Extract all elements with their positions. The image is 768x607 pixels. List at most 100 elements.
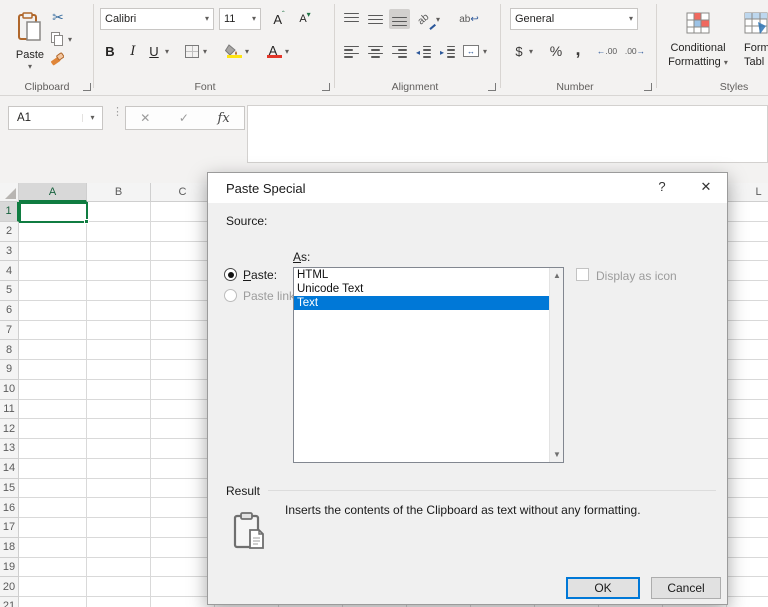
row-header-16[interactable]: 16	[0, 498, 19, 518]
formula-bar-grip[interactable]: ⋮	[112, 107, 123, 118]
wrap-text-button[interactable]: ab↩	[455, 9, 483, 29]
decrease-decimal-button[interactable]: .00→	[622, 40, 648, 62]
grid-cell[interactable]	[87, 439, 151, 459]
grid-cell[interactable]	[87, 597, 151, 607]
row-header-1[interactable]: 1	[0, 202, 19, 222]
grid-cell[interactable]	[19, 360, 87, 380]
grid-cell[interactable]	[19, 557, 87, 578]
column-header-L[interactable]: L	[727, 183, 768, 202]
row-header-8[interactable]: 8	[0, 340, 19, 360]
grid-cell[interactable]	[727, 537, 768, 558]
grid-cell[interactable]	[19, 498, 87, 518]
format-painter-button[interactable]	[47, 52, 67, 70]
listbox-scrollbar[interactable]: ▲ ▼	[549, 268, 563, 462]
percent-style-button[interactable]: %	[546, 40, 566, 62]
grid-cell[interactable]	[151, 221, 215, 242]
grid-cell[interactable]	[87, 320, 151, 341]
grid-cell[interactable]	[151, 379, 215, 400]
paste-radio[interactable]	[224, 268, 237, 281]
grid-cell[interactable]	[727, 360, 768, 380]
grid-cell[interactable]	[19, 281, 87, 301]
grid-cell[interactable]	[87, 379, 151, 400]
fill-color-dropdown-icon[interactable]: ▾	[245, 48, 249, 56]
grid-cell[interactable]	[151, 320, 215, 341]
grid-cell[interactable]	[727, 261, 768, 281]
column-header-C[interactable]: C	[151, 183, 215, 202]
grid-cell[interactable]	[87, 577, 151, 597]
grid-cell[interactable]	[87, 557, 151, 578]
grid-cell[interactable]	[87, 221, 151, 242]
grid-cell[interactable]	[727, 281, 768, 301]
row-header-3[interactable]: 3	[0, 241, 19, 262]
grid-cell[interactable]	[151, 577, 215, 597]
display-as-icon-checkbox[interactable]	[576, 268, 589, 281]
bold-button[interactable]: B	[100, 40, 120, 62]
select-all-corner[interactable]	[0, 183, 19, 202]
grid-cell[interactable]	[151, 241, 215, 262]
conditional-formatting-button[interactable]: Conditional Formatting ▾	[664, 5, 732, 77]
as-list-item[interactable]: Unicode Text	[294, 282, 563, 296]
scroll-up-icon[interactable]: ▲	[550, 271, 564, 280]
grid-cell[interactable]	[151, 202, 215, 222]
row-header-6[interactable]: 6	[0, 300, 19, 321]
row-header-20[interactable]: 20	[0, 577, 19, 597]
grid-cell[interactable]	[727, 577, 768, 597]
grid-cell[interactable]	[151, 537, 215, 558]
grid-cell[interactable]	[727, 458, 768, 479]
row-header-10[interactable]: 10	[0, 379, 19, 400]
row-header-15[interactable]: 15	[0, 478, 19, 499]
grid-cell[interactable]	[727, 518, 768, 538]
cut-button[interactable]: ✂	[48, 8, 68, 26]
increase-decimal-button[interactable]: ←.00	[594, 40, 620, 62]
grid-cell[interactable]	[19, 537, 87, 558]
row-header-9[interactable]: 9	[0, 360, 19, 380]
row-header-18[interactable]: 18	[0, 537, 19, 558]
align-left-button[interactable]	[341, 41, 362, 61]
grid-cell[interactable]	[727, 202, 768, 222]
merge-center-button[interactable]: ↔	[461, 41, 481, 61]
grid-cell[interactable]	[727, 498, 768, 518]
font-name-combo[interactable]: Calibri ▾	[100, 8, 214, 30]
alignment-dialog-launcher[interactable]	[488, 83, 496, 91]
grid-cell[interactable]	[151, 557, 215, 578]
decrease-indent-button[interactable]: ◂	[413, 41, 434, 61]
grid-cell[interactable]	[727, 597, 768, 607]
dialog-close-icon[interactable]: ✕	[692, 179, 720, 197]
copy-button[interactable]	[47, 30, 67, 48]
grid-cell[interactable]	[19, 241, 87, 262]
borders-button[interactable]	[182, 40, 202, 62]
grid-cell[interactable]	[19, 597, 87, 607]
row-header-11[interactable]: 11	[0, 399, 19, 420]
grid-cell[interactable]	[151, 300, 215, 321]
paste-dropdown-icon[interactable]: ▾	[28, 62, 32, 71]
grid-cell[interactable]	[19, 458, 87, 479]
font-color-button[interactable]: A	[262, 40, 284, 62]
grid-cell[interactable]	[19, 419, 87, 439]
grid-cell[interactable]	[727, 439, 768, 459]
grid-cell[interactable]	[19, 340, 87, 360]
grow-font-button[interactable]: Aˆ	[268, 8, 290, 30]
grid-cell[interactable]	[19, 221, 87, 242]
grid-cell[interactable]	[151, 281, 215, 301]
grid-cell[interactable]	[727, 320, 768, 341]
grid-cell[interactable]	[727, 478, 768, 499]
row-header-4[interactable]: 4	[0, 261, 19, 281]
grid-cell[interactable]	[87, 478, 151, 499]
grid-cell[interactable]	[151, 458, 215, 479]
font-color-dropdown-icon[interactable]: ▾	[285, 48, 289, 56]
grid-cell[interactable]	[151, 399, 215, 420]
fill-color-button[interactable]	[222, 40, 244, 62]
formula-bar-input[interactable]	[247, 105, 768, 163]
row-header-12[interactable]: 12	[0, 419, 19, 439]
grid-cell[interactable]	[151, 340, 215, 360]
grid-cell[interactable]	[87, 360, 151, 380]
copy-dropdown-icon[interactable]: ▾	[68, 36, 72, 44]
grid-cell[interactable]	[19, 577, 87, 597]
row-header-13[interactable]: 13	[0, 439, 19, 459]
grid-cell[interactable]	[87, 419, 151, 439]
middle-align-button[interactable]	[365, 9, 386, 29]
cancel-entry-icon[interactable]: ✕	[140, 111, 150, 125]
enter-entry-icon[interactable]: ✓	[179, 111, 189, 125]
grid-cell[interactable]	[87, 261, 151, 281]
insert-function-icon[interactable]: fx	[218, 111, 230, 126]
